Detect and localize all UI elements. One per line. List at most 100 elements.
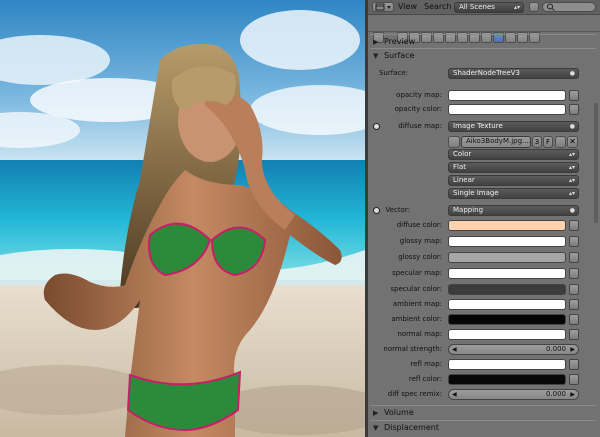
vector-value: Mapping: [453, 206, 484, 214]
ambient-map-label: ambient map:: [392, 300, 442, 308]
opacity-map-field[interactable]: [448, 90, 566, 101]
diffuse-color-link-button[interactable]: [569, 220, 579, 231]
normal-strength-label: normal strength:: [383, 345, 442, 353]
diffuse-map-label: diffuse map:: [398, 122, 442, 130]
scene-filter-label: All Scenes: [459, 3, 495, 11]
glossy-map-field[interactable]: [448, 236, 566, 247]
select-arrows-icon: ▴▾: [568, 190, 575, 197]
properties-header: View Search All Scenes ▴▾: [368, 0, 600, 15]
image-name-value: Aiko3BodyM.jpg....: [466, 137, 531, 145]
render-preview-image: [0, 0, 365, 437]
color-space-select[interactable]: Color ▴▾: [448, 149, 579, 160]
color-space-value: Color: [453, 150, 472, 158]
decrement-arrow-icon[interactable]: ◀: [452, 390, 457, 399]
projection-select[interactable]: Flat ▴▾: [448, 162, 579, 173]
diffuse-color-label: diffuse color:: [396, 221, 442, 229]
surface-section-label: Surface: [384, 51, 415, 60]
interpolation-value: Linear: [453, 176, 475, 184]
normal-map-label: normal map:: [397, 330, 442, 338]
glossy-map-label: glossy map:: [399, 237, 442, 245]
diffuse-map-select[interactable]: Image Texture ●: [448, 121, 579, 132]
specular-color-swatch[interactable]: [448, 284, 566, 295]
diff-spec-remix-value: 0.000: [545, 390, 566, 398]
vector-label: Vector:: [385, 206, 410, 214]
collapse-arrow-icon: ▶: [373, 409, 379, 417]
refl-map-link-button[interactable]: [569, 359, 579, 370]
menu-search[interactable]: Search: [424, 2, 451, 11]
fake-user-button[interactable]: F: [543, 136, 553, 148]
opacity-map-link-button[interactable]: [569, 90, 579, 101]
dot-icon: ●: [569, 123, 575, 130]
glossy-color-link-button[interactable]: [569, 252, 579, 263]
image-browse-icon[interactable]: [448, 136, 460, 148]
select-arrows-icon: ▴▾: [513, 4, 520, 11]
displacement-section-label: Displacement: [384, 423, 439, 432]
search-input[interactable]: [542, 2, 596, 12]
dot-icon: ●: [569, 70, 575, 77]
search-icon: [547, 3, 555, 11]
3d-viewport[interactable]: [0, 0, 365, 437]
normal-map-field[interactable]: [448, 329, 566, 340]
diffuse-map-value: Image Texture: [453, 122, 503, 130]
specular-map-field[interactable]: [448, 268, 566, 279]
interpolation-select[interactable]: Linear ▴▾: [448, 175, 579, 186]
menu-view[interactable]: View: [398, 2, 417, 11]
surface-shader-select[interactable]: ShaderNodeTreeV3 ●: [448, 68, 579, 79]
diff-spec-remix-label: diff spec remix:: [387, 390, 442, 398]
decrement-arrow-icon[interactable]: ◀: [452, 345, 457, 354]
increment-arrow-icon[interactable]: ▶: [570, 345, 575, 354]
projection-value: Flat: [453, 163, 467, 171]
vector-select[interactable]: Mapping ●: [448, 205, 579, 216]
glossy-color-swatch[interactable]: [448, 252, 566, 263]
surface-shader-value: ShaderNodeTreeV3: [453, 69, 520, 77]
ambient-color-swatch[interactable]: [448, 314, 566, 325]
select-arrows-icon: ▴▾: [568, 164, 575, 171]
diff-spec-remix-field[interactable]: ◀ 0.000 ▶: [448, 389, 579, 400]
source-value: Single Image: [453, 189, 499, 197]
select-arrows-icon: ▴▾: [568, 151, 575, 158]
increment-arrow-icon[interactable]: ▶: [570, 390, 575, 399]
specular-map-link-button[interactable]: [569, 268, 579, 279]
context-tabs: [368, 15, 600, 43]
glossy-map-link-button[interactable]: [569, 236, 579, 247]
filter-toggle-icon[interactable]: [529, 2, 539, 12]
expand-arrow-icon: ▼: [373, 424, 379, 432]
normal-strength-field[interactable]: ◀ 0.000 ▶: [448, 344, 579, 355]
opacity-map-label: opacity map:: [396, 91, 442, 99]
select-arrows-icon: ▴▾: [568, 177, 575, 184]
image-name-field[interactable]: Aiko3BodyM.jpg....: [461, 136, 531, 148]
normal-map-link-button[interactable]: [569, 329, 579, 340]
ambient-map-link-button[interactable]: [569, 299, 579, 310]
panel-scrollbar[interactable]: [594, 33, 598, 433]
editor-type-icon[interactable]: [372, 2, 394, 12]
surface-section-header[interactable]: ▼ Surface: [370, 48, 596, 64]
ambient-color-link-button[interactable]: [569, 314, 579, 325]
image-users-button[interactable]: 3: [532, 136, 542, 148]
specular-color-label: specular color:: [390, 285, 443, 293]
dot-icon: ●: [569, 207, 575, 214]
refl-map-field[interactable]: [448, 359, 566, 370]
specular-map-label: specular map:: [392, 269, 442, 277]
refl-color-link-button[interactable]: [569, 374, 579, 385]
normal-strength-value: 0.000: [545, 345, 566, 353]
opacity-color-label: opacity color:: [394, 105, 442, 113]
diffuse-color-swatch[interactable]: [448, 220, 566, 231]
close-icon[interactable]: ✕: [567, 136, 578, 148]
scene-filter-select[interactable]: All Scenes ▴▾: [454, 2, 524, 13]
volume-section-label: Volume: [384, 408, 414, 417]
open-folder-icon[interactable]: [555, 136, 566, 148]
displacement-section-header[interactable]: ▼ Displacement: [370, 420, 596, 436]
specular-color-link-button[interactable]: [569, 284, 579, 295]
refl-color-swatch[interactable]: [448, 374, 566, 385]
volume-section-header[interactable]: ▶ Volume: [370, 405, 596, 421]
refl-color-label: refl color:: [408, 375, 442, 383]
opacity-color-link-button[interactable]: [569, 104, 579, 115]
collapse-arrow-icon: ▶: [373, 38, 379, 46]
surface-label: Surface:: [378, 69, 408, 77]
glossy-color-label: glossy color:: [398, 253, 442, 261]
ambient-map-field[interactable]: [448, 299, 566, 310]
source-select[interactable]: Single Image ▴▾: [448, 188, 579, 199]
scrollbar-thumb[interactable]: [594, 103, 598, 223]
refl-map-label: refl map:: [410, 360, 442, 368]
opacity-color-swatch[interactable]: [448, 104, 566, 115]
